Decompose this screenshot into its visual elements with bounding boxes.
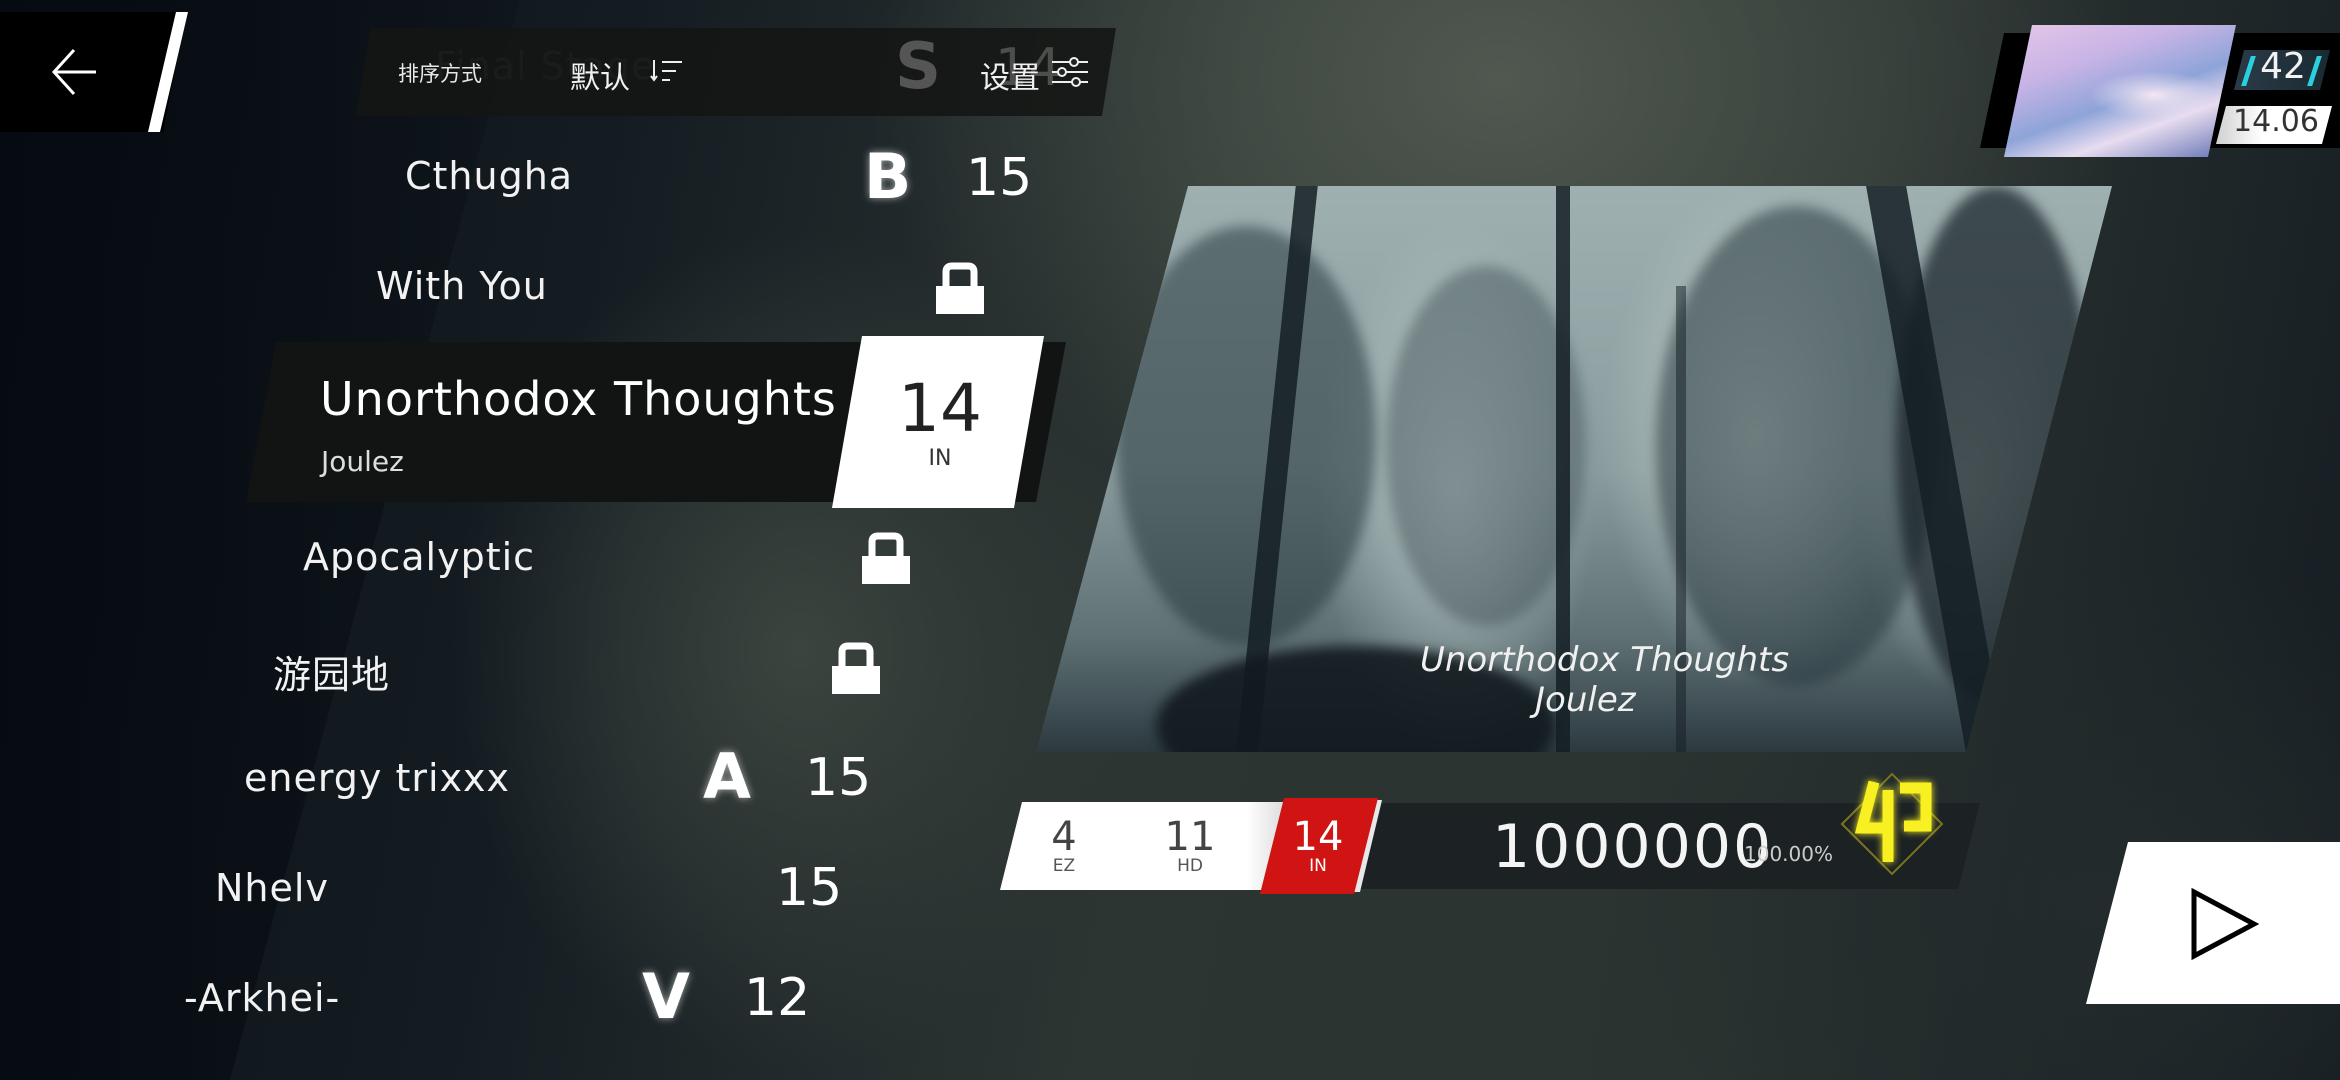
song-item-title[interactable]: Apocalyptic [303, 535, 535, 579]
lock-icon [936, 262, 984, 314]
player-avatar[interactable] [2004, 25, 2236, 157]
player-level: 42 [2260, 46, 2306, 87]
song-item-level: 12 [744, 968, 811, 1028]
song-item-title[interactable]: 游园地 [273, 644, 390, 699]
settings-button[interactable]: 设置 [980, 53, 1040, 97]
ghost-song-rank: S [895, 30, 942, 104]
song-item-title[interactable]: -Arkhei- [184, 976, 340, 1020]
player-rks: 14.06 [2233, 104, 2319, 139]
illustration-artist: Joulez [1535, 680, 1636, 720]
song-item-rank: V [642, 960, 690, 1033]
difficulty-hd-label[interactable]: HD [1150, 856, 1230, 876]
song-item-rank: A [703, 740, 751, 813]
sort-selector[interactable]: 默认 [570, 53, 630, 97]
phi-full-combo-icon [1840, 772, 1944, 876]
difficulty-in-label[interactable]: IN [1278, 856, 1358, 876]
song-item-title[interactable]: Nhelv [215, 866, 329, 910]
song-item-rank: B [864, 140, 912, 213]
sort-label: 排序方式 [398, 62, 482, 86]
lock-icon [862, 532, 910, 584]
selected-difficulty: IN [928, 446, 952, 471]
song-item-level: 15 [776, 858, 843, 918]
difficulty-ez-label[interactable]: EZ [1024, 856, 1104, 876]
selected-level: 14 [898, 370, 982, 447]
selected-song-title: Unorthodox Thoughts [320, 372, 837, 426]
best-accuracy: 100.00% [1744, 842, 1833, 866]
selected-song-artist: Joulez [321, 445, 404, 478]
play-icon[interactable] [2190, 888, 2260, 960]
song-item-level: 15 [966, 148, 1033, 208]
difficulty-hd-level[interactable]: 11 [1150, 814, 1230, 860]
arrow-left-icon[interactable] [48, 46, 100, 98]
song-item-title[interactable]: energy trixxx [244, 756, 510, 800]
song-item-title[interactable]: With You [376, 264, 548, 308]
difficulty-in-level[interactable]: 14 [1278, 814, 1358, 860]
best-score: 1000000 [1492, 812, 1774, 882]
difficulty-ez-level[interactable]: 4 [1024, 814, 1104, 860]
illustration-title: Unorthodox Thoughts [1420, 640, 1790, 680]
song-item-level: 15 [805, 748, 872, 808]
song-item-title[interactable]: Cthugha [405, 154, 573, 198]
sort-descending-icon[interactable] [650, 56, 686, 86]
lock-icon [832, 642, 880, 694]
sliders-icon[interactable] [1050, 56, 1090, 88]
